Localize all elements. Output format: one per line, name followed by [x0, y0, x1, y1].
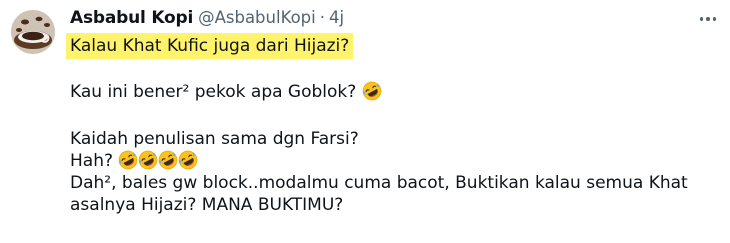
- tweet-header: Asbabul Kopi @AsbabulKopi · 4j: [70, 7, 344, 29]
- tweet-paragraph-2: Kau ini bener² pekok apa Goblok?: [70, 82, 357, 102]
- highlighted-text: Kalau Khat Kufic juga dari Hijazi?: [66, 33, 354, 59]
- display-name[interactable]: Asbabul Kopi: [70, 7, 193, 29]
- separator-dot: ·: [319, 8, 325, 27]
- tweet-paragraph-3-line-4: asalnya Hijazi? MANA BUKTIMU?: [70, 195, 344, 215]
- rolling-on-floor-laughing-emoji: [138, 150, 158, 170]
- tweet-paragraph-3-line-3: Dah², bales gw block..modalmu cuma bacot…: [70, 173, 688, 193]
- tweet[interactable]: Asbabul Kopi @AsbabulKopi · 4j Kalau Kha…: [0, 0, 730, 243]
- user-handle[interactable]: @AsbabulKopi: [198, 7, 316, 29]
- tweet-paragraph-3-line-1: Kaidah penulisan sama dgn Farsi?: [70, 129, 359, 149]
- tweet-text: Kalau Khat Kufic juga dari Hijazi? Kau i…: [66, 33, 710, 216]
- more-options-icon[interactable]: [696, 10, 720, 28]
- rolling-on-floor-laughing-emoji: [158, 150, 178, 170]
- tweet-paragraph-3-line-2: Hah?: [70, 151, 113, 171]
- timestamp[interactable]: 4j: [329, 7, 344, 29]
- avatar-image: [11, 10, 55, 54]
- rolling-on-floor-laughing-emoji: [118, 150, 138, 170]
- rolling-on-floor-laughing-emoji: [178, 150, 198, 170]
- avatar[interactable]: [11, 10, 55, 54]
- rolling-on-floor-laughing-emoji: [362, 81, 382, 101]
